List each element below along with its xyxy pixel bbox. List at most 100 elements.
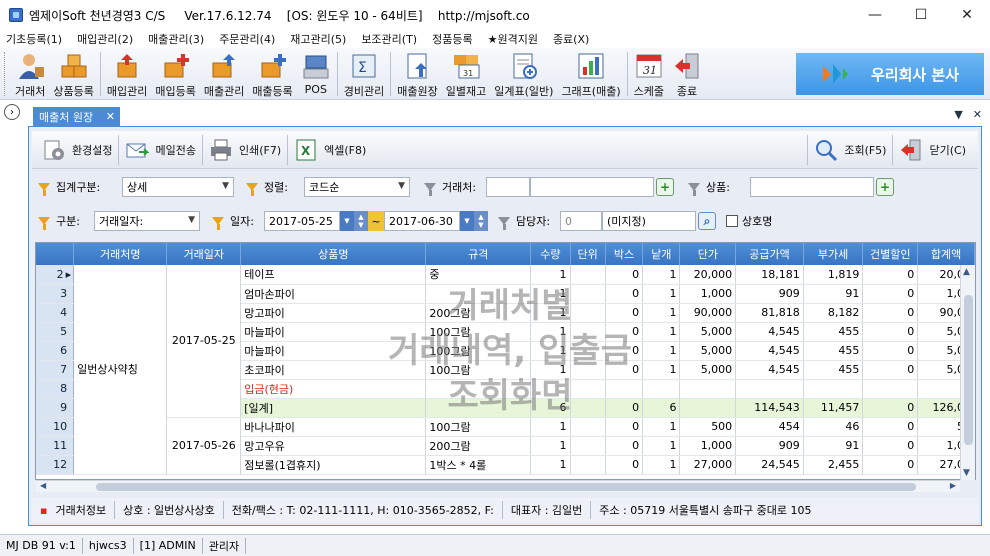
cell-date[interactable]: 2017-05-26 xyxy=(166,417,242,475)
row-number[interactable]: 9 xyxy=(36,398,75,418)
cell-qty[interactable]: 1 xyxy=(530,284,571,304)
toolbar-product-button[interactable]: 상품등록 xyxy=(49,48,97,100)
menu-register[interactable]: 정품등록 xyxy=(432,31,472,47)
cell-price[interactable]: 90,000 xyxy=(679,303,737,323)
scroll-left-icon[interactable]: ◀ xyxy=(40,481,46,490)
cell-name[interactable]: 점보롤(1겹휴지) xyxy=(240,455,427,475)
col-customer[interactable]: 거래처명 xyxy=(73,243,168,265)
cell-spec[interactable] xyxy=(425,398,532,418)
product-input[interactable] xyxy=(750,177,874,197)
cell-box[interactable]: 0 xyxy=(605,455,644,475)
cell-each[interactable]: 1 xyxy=(642,322,681,342)
cell-customer[interactable]: 일번상사약칭 xyxy=(73,265,168,475)
col-each[interactable]: 낱개 xyxy=(642,243,681,265)
cell-qty[interactable]: 1 xyxy=(530,360,571,380)
col-product[interactable]: 상품명 xyxy=(240,243,427,265)
row-number[interactable]: 8 xyxy=(36,379,75,399)
row-number[interactable]: 2 ▸ xyxy=(36,265,75,285)
product-add-icon[interactable]: + xyxy=(876,178,894,196)
menu-order[interactable]: 주문관리(4) xyxy=(219,31,275,47)
date-range-separator[interactable]: ~ xyxy=(368,211,384,231)
cell-qty[interactable]: 1 xyxy=(530,417,571,437)
cell-box[interactable]: 0 xyxy=(605,284,644,304)
cell-unit[interactable] xyxy=(570,284,606,304)
cell-qty[interactable]: 1 xyxy=(530,436,571,456)
cell-price[interactable]: 5,000 xyxy=(679,322,737,342)
customer-info-tab[interactable]: ▪ 거래처정보 xyxy=(32,501,116,519)
cell-disc[interactable]: 0 xyxy=(862,265,919,285)
print-button[interactable]: 인쇄(F7) xyxy=(203,135,287,165)
cell-spec[interactable]: 100그람 xyxy=(425,417,532,437)
cell-vat[interactable]: 2,455 xyxy=(803,455,864,475)
cell-box[interactable] xyxy=(605,379,644,399)
cell-each[interactable]: 1 xyxy=(642,284,681,304)
cell-qty[interactable]: 1 xyxy=(530,455,571,475)
cell-spec[interactable] xyxy=(425,284,532,304)
cell-supply[interactable]: 909 xyxy=(735,284,804,304)
scroll-up-icon[interactable]: ▲ xyxy=(963,267,970,277)
row-number[interactable]: 12 xyxy=(36,455,75,475)
cell-unit[interactable] xyxy=(570,379,606,399)
cell-vat[interactable]: 11,457 xyxy=(803,398,864,418)
close-window-button[interactable]: ✕ xyxy=(944,0,990,30)
cell-supply[interactable]: 24,545 xyxy=(735,455,804,475)
cell-qty[interactable]: 1 xyxy=(530,303,571,323)
cell-box[interactable]: 0 xyxy=(605,360,644,380)
cell-spec[interactable]: 100그람 xyxy=(425,322,532,342)
cell-supply[interactable]: 4,545 xyxy=(735,360,804,380)
cell-each[interactable]: 1 xyxy=(642,417,681,437)
cell-name[interactable]: 망고우유 xyxy=(240,436,427,456)
send-mail-button[interactable]: 메일전송 xyxy=(119,135,201,165)
cell-vat[interactable]: 91 xyxy=(803,436,864,456)
cell-box[interactable]: 0 xyxy=(605,398,644,418)
close-panel-button[interactable]: 닫기(C) xyxy=(893,135,972,165)
cell-qty[interactable]: 1 xyxy=(530,265,571,285)
toolbar-daily-report-button[interactable]: 일계표(일반) xyxy=(490,48,557,100)
cell-vat[interactable]: 91 xyxy=(803,284,864,304)
cell-vat[interactable]: 8,182 xyxy=(803,303,864,323)
date-from-input[interactable]: 2017-05-25 xyxy=(264,211,340,231)
sort-select[interactable]: 코드순 ▼ xyxy=(304,177,410,197)
cell-unit[interactable] xyxy=(570,398,606,418)
cell-price[interactable] xyxy=(679,398,737,418)
row-number[interactable]: 5 xyxy=(36,322,75,342)
toolbar-sales-button[interactable]: 매출관리 xyxy=(200,48,248,100)
cell-box[interactable]: 0 xyxy=(605,303,644,323)
col-qty[interactable]: 수량 xyxy=(530,243,571,265)
cell-box[interactable]: 0 xyxy=(605,417,644,437)
toolbar-exit-button[interactable]: 종료 xyxy=(668,48,706,100)
cell-disc[interactable]: 0 xyxy=(862,398,919,418)
tab-close-icon[interactable]: ✕ xyxy=(106,110,115,123)
menu-sales[interactable]: 매출관리(3) xyxy=(148,31,204,47)
cell-price[interactable]: 1,000 xyxy=(679,436,737,456)
vertical-scroll-thumb[interactable] xyxy=(964,295,973,445)
toolbar-grip[interactable] xyxy=(4,52,7,96)
cell-spec[interactable]: 중 xyxy=(425,265,532,285)
cell-vat[interactable]: 455 xyxy=(803,322,864,342)
cell-spec[interactable]: 100그람 xyxy=(425,360,532,380)
menu-purchase[interactable]: 매입관리(2) xyxy=(77,31,133,47)
table-row[interactable]: 2 ▸ 일번상사약칭 2017-05-25 테이프 중 1 0 1 20,000 18,181 1,8… xyxy=(36,265,975,475)
toolbar-chart-button[interactable]: 그래프(매출) xyxy=(557,48,624,100)
tab-customer-ledger[interactable]: 매출처 원장 ✕ xyxy=(33,107,120,127)
cell-each[interactable]: 1 xyxy=(642,360,681,380)
cell-disc[interactable]: 0 xyxy=(862,284,919,304)
cell-disc[interactable]: 0 xyxy=(862,417,919,437)
toolbar-ledger-button[interactable]: 매출원장 xyxy=(393,48,441,100)
cell-spec[interactable]: 100그람 xyxy=(425,341,532,361)
date-to-input[interactable]: 2017-06-30 xyxy=(384,211,460,231)
cell-box[interactable]: 0 xyxy=(605,265,644,285)
cell-name[interactable]: 입금(현금) xyxy=(240,379,427,399)
cell-qty[interactable]: 6 xyxy=(530,398,571,418)
menu-inventory[interactable]: 재고관리(5) xyxy=(290,31,346,47)
group-select[interactable]: 상세 ▼ xyxy=(122,177,234,197)
kind-select[interactable]: 거래일자: ▼ xyxy=(94,211,200,231)
maximize-button[interactable]: ☐ xyxy=(898,0,944,30)
col-box[interactable]: 박스 xyxy=(605,243,644,265)
cell-each[interactable]: 6 xyxy=(642,398,681,418)
table-row[interactable]: 102017-05-26바나나파이100그람10150045446050 xyxy=(36,417,975,475)
cell-supply[interactable]: 454 xyxy=(735,417,804,437)
menu-exit[interactable]: 종료(X) xyxy=(553,31,589,47)
toolbar-purchase-add-button[interactable]: 매입등록 xyxy=(151,48,199,100)
date-to-dropdown-icon[interactable]: ▼ xyxy=(460,211,474,231)
